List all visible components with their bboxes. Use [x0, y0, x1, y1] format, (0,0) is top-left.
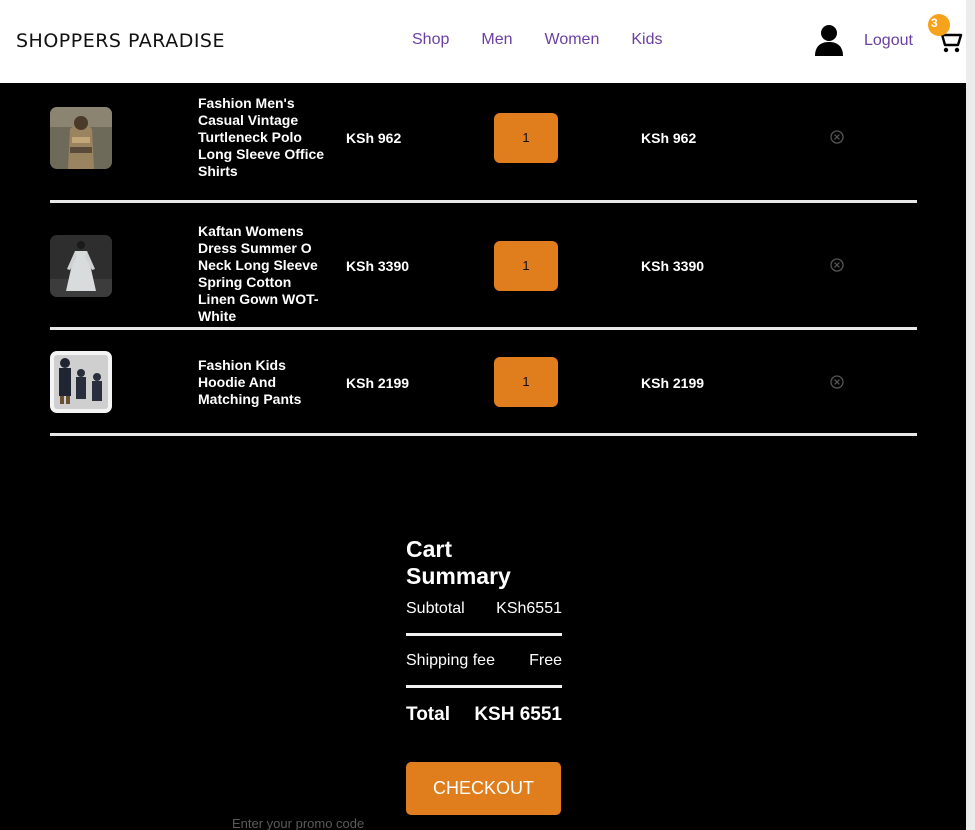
row-divider	[50, 200, 917, 203]
total-value: KSH 6551	[474, 704, 562, 725]
quantity-field[interactable]: 1	[494, 357, 558, 407]
product-name[interactable]: Kaftan Womens Dress Summer O Neck Long S…	[198, 223, 328, 325]
nav-link-women[interactable]: Women	[545, 31, 600, 49]
line-total: KSh 962	[641, 130, 697, 146]
checkout-button[interactable]: CHECKOUT	[406, 762, 561, 815]
summary-divider	[406, 633, 562, 636]
user-icon[interactable]	[814, 24, 844, 56]
brand-logo-text[interactable]: SHOPPERS PARADISE	[16, 30, 225, 52]
total-label: Total	[406, 704, 450, 725]
shipping-label: Shipping fee	[406, 652, 495, 669]
nav-link-men[interactable]: Men	[481, 31, 512, 49]
remove-item-icon[interactable]	[830, 258, 844, 272]
remove-item-icon[interactable]	[830, 375, 844, 389]
total-line: Total KSH 6551	[406, 704, 562, 726]
scrollbar-track[interactable]	[966, 0, 975, 830]
top-header: SHOPPERS PARADISE Shop Men Women Kids Lo…	[0, 0, 966, 83]
cart-count-badge: 3	[928, 14, 950, 36]
cart-item-row: Fashion Kids Hoodie And Matching Pants K…	[50, 345, 917, 435]
quantity-field[interactable]: 1	[494, 241, 558, 291]
product-price: KSh 2199	[346, 375, 410, 391]
cart-item-row: Kaftan Womens Dress Summer O Neck Long S…	[50, 223, 917, 328]
main-nav: Shop Men Women Kids	[412, 31, 694, 49]
line-total: KSh 2199	[641, 375, 705, 391]
line-total: KSh 3390	[641, 258, 705, 274]
shipping-value: Free	[529, 652, 562, 669]
product-thumbnail[interactable]	[50, 351, 112, 413]
row-divider	[50, 433, 917, 436]
product-price: KSh 3390	[346, 258, 410, 274]
cart-item-row: Fashion Men's Casual Vintage Turtleneck …	[50, 95, 917, 200]
logout-link[interactable]: Logout	[864, 32, 913, 50]
remove-item-icon[interactable]	[830, 130, 844, 144]
summary-divider	[406, 685, 562, 688]
subtotal-line: Subtotal KSh6551	[406, 600, 562, 618]
cart-summary: Cart Summary Subtotal KSh6551 Shipping f…	[406, 536, 562, 725]
quantity-field[interactable]: 1	[494, 113, 558, 163]
subtotal-value: KSh6551	[496, 600, 562, 617]
nav-link-kids[interactable]: Kids	[631, 31, 662, 49]
shipping-line: Shipping fee Free	[406, 652, 562, 670]
product-thumbnail[interactable]	[50, 235, 112, 297]
summary-title: Cart Summary	[406, 536, 511, 589]
product-price: KSh 962	[346, 130, 402, 146]
row-divider	[50, 327, 917, 330]
product-thumbnail[interactable]	[50, 107, 112, 169]
promo-code-input[interactable]	[232, 814, 432, 830]
product-name[interactable]: Fashion Men's Casual Vintage Turtleneck …	[198, 95, 328, 180]
nav-link-shop[interactable]: Shop	[412, 31, 449, 49]
subtotal-label: Subtotal	[406, 600, 465, 617]
product-name[interactable]: Fashion Kids Hoodie And Matching Pants	[198, 357, 328, 408]
